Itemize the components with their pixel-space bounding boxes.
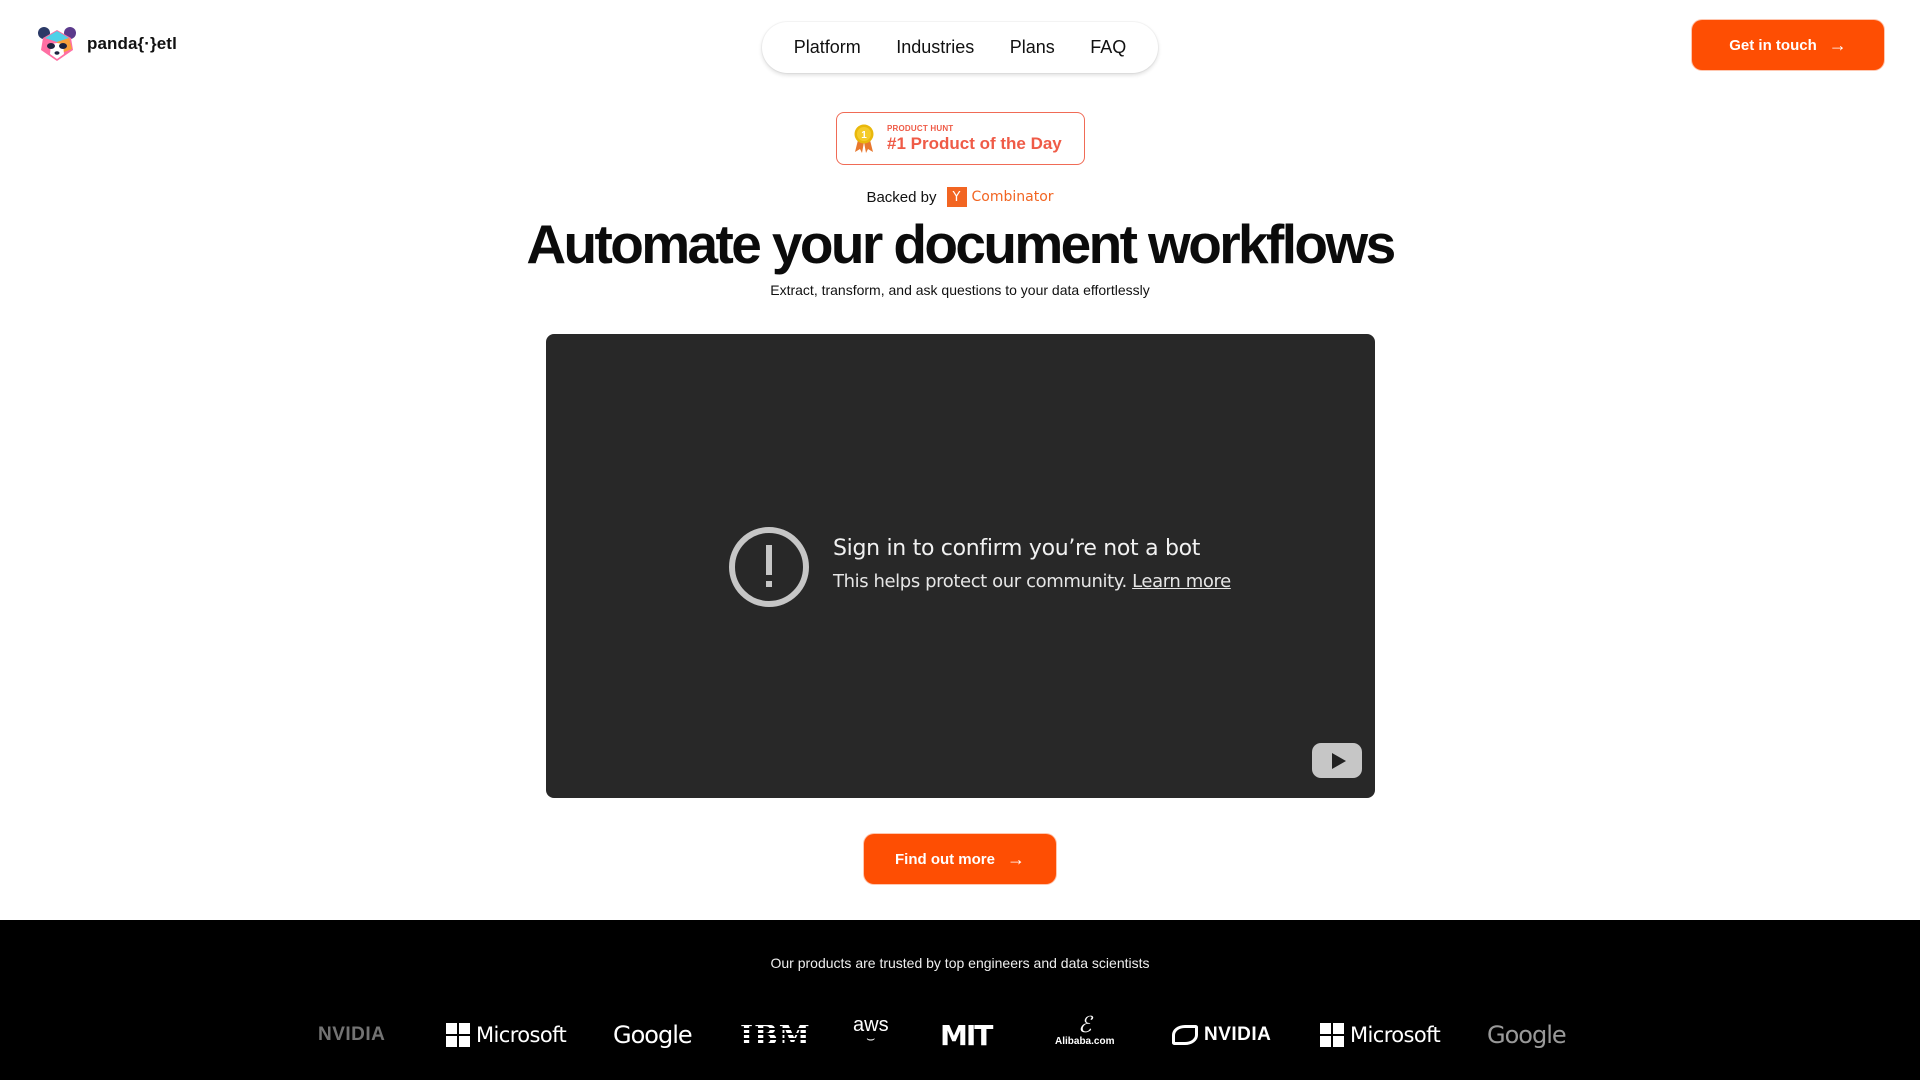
nav-item-faq[interactable]: FAQ [1090,37,1126,58]
panda-logo-icon [37,26,77,62]
medal-icon: 1 [853,124,875,154]
nvidia-logo: NVIDIA [1172,1015,1271,1055]
microsoft-grid-icon [1320,1023,1344,1047]
learn-more-link[interactable]: Learn more [1132,571,1231,592]
warning-icon [729,527,809,607]
yc-name: Combinator [971,189,1054,205]
logo-carousel: NVIDIA Microsoft Google IBM aws ⌣ MIT ℰ … [0,1015,1920,1055]
product-hunt-badge[interactable]: 1 PRODUCT HUNT #1 Product of the Day [836,112,1085,165]
trusted-by-text: Our products are trusted by top engineer… [770,955,1150,971]
logo[interactable]: panda{·}etl [37,26,177,62]
video-error-subtitle: This helps protect our community. Learn … [833,571,1231,592]
svg-text:1: 1 [861,130,867,141]
alibaba-logo: ℰ Alibaba.com [1055,1013,1115,1047]
microsoft-grid-icon [446,1023,470,1047]
video-error-text: This helps protect our community. [833,571,1127,592]
arrow-right-icon: → [1828,35,1847,55]
aws-logo: aws ⌣ [853,1014,889,1046]
aws-smile-icon: ⌣ [866,1030,876,1046]
backed-by: Backed by Y Combinator [0,187,1920,207]
backed-by-label: Backed by [866,188,937,206]
get-in-touch-button[interactable]: Get in touch → [1692,20,1884,70]
nav-item-industries[interactable]: Industries [896,37,974,58]
get-in-touch-label: Get in touch [1729,36,1817,54]
nav-item-plans[interactable]: Plans [1010,37,1055,58]
ibm-logo: IBM [740,1015,811,1055]
logo-text: panda{·}etl [87,34,177,53]
page-title: Automate your document workflows [526,213,1396,275]
main-nav: Platform Industries Plans FAQ [762,22,1158,73]
nvidia-logo: NVIDIA [318,1024,386,1045]
badge-overline: PRODUCT HUNT [887,123,954,133]
mit-logo: MIT [940,1018,993,1052]
play-icon [1332,753,1346,769]
video-error-title: Sign in to confirm you’re not a bot [833,536,1201,561]
y-combinator-logo: Y Combinator [946,187,1054,207]
find-out-more-button[interactable]: Find out more → [864,834,1056,884]
microsoft-logo: Microsoft [1320,1015,1441,1055]
badge-title: #1 Product of the Day [887,133,1062,153]
nvidia-eye-icon [1172,1025,1198,1045]
yc-icon: Y [946,187,967,207]
nav-item-platform[interactable]: Platform [794,37,861,58]
google-logo: Google [1487,1021,1567,1049]
trusted-by-section: Our products are trusted by top engineer… [0,920,1920,1080]
alibaba-icon: ℰ [1078,1013,1092,1038]
video-embed[interactable]: Sign in to confirm you’re not a bot This… [546,334,1375,798]
arrow-right-icon: → [1007,849,1025,869]
find-out-more-label: Find out more [895,850,995,868]
youtube-logo-icon[interactable] [1312,743,1362,778]
microsoft-logo: Microsoft [446,1015,567,1055]
page-subtitle: Extract, transform, and ask questions to… [770,282,1150,298]
google-logo: Google [613,1021,693,1049]
